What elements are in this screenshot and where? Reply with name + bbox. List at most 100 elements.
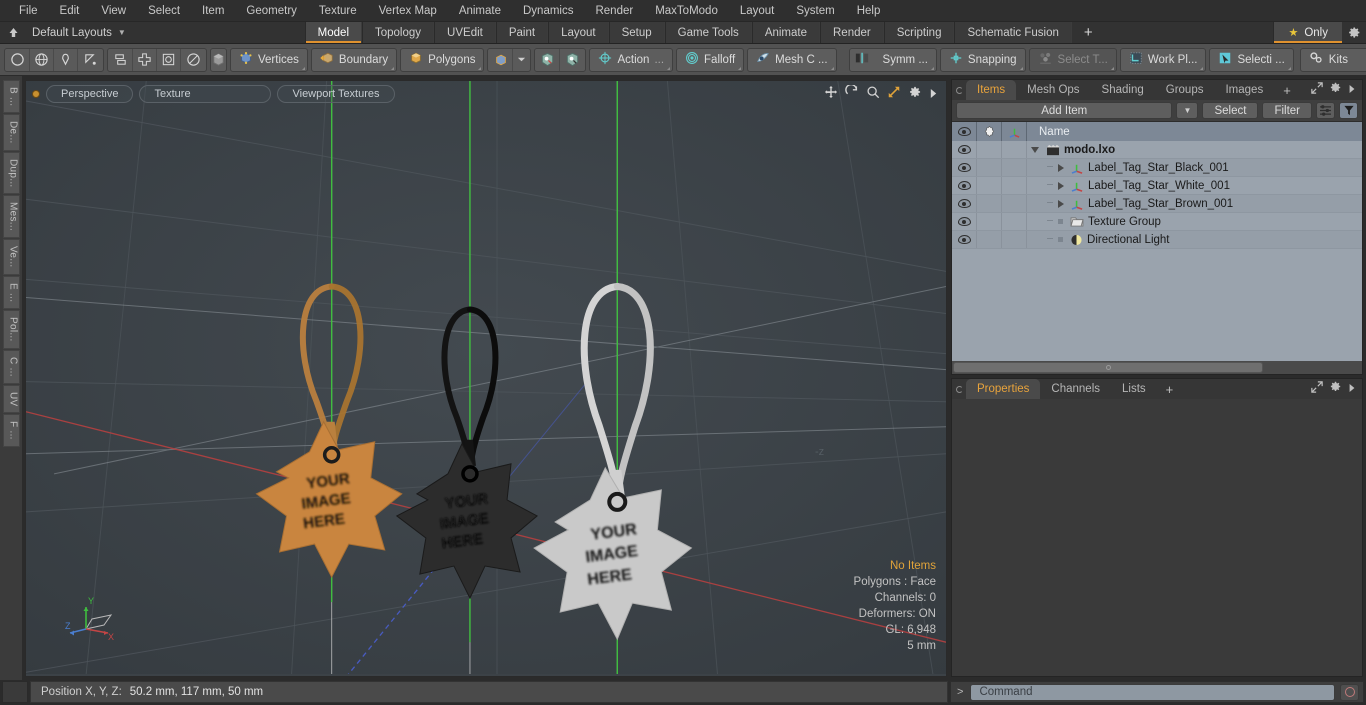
column-visibility-eye-icon[interactable] xyxy=(952,122,977,141)
menu-item-select[interactable]: Select xyxy=(137,0,191,22)
items-tab-shading[interactable]: Shading xyxy=(1091,80,1155,100)
frame-icon[interactable] xyxy=(157,48,181,71)
menu-item-file[interactable]: File xyxy=(8,0,49,22)
add-layout-tab-button[interactable]: + xyxy=(1071,22,1105,43)
column-axis-icon[interactable] xyxy=(1002,122,1027,141)
filter-button[interactable]: Filter xyxy=(1262,102,1312,119)
layout-tab-schematic-fusion[interactable]: Schematic Fusion xyxy=(954,22,1072,43)
items-add-tab-button[interactable]: + xyxy=(1274,80,1300,100)
row-visibility-eye-icon[interactable] xyxy=(952,213,977,230)
layout-tab-game-tools[interactable]: Game Tools xyxy=(664,22,752,43)
items-list-row[interactable]: ┄ Directional Light xyxy=(952,231,1362,249)
tree-expand-triangle-icon[interactable] xyxy=(1058,199,1065,208)
left-tool-tab-1[interactable]: De... xyxy=(2,114,20,151)
kits-button[interactable]: Kits xyxy=(1299,47,1366,72)
curve-icon[interactable] xyxy=(78,49,102,71)
row-lock-cell[interactable] xyxy=(977,177,1002,194)
select-through-button[interactable]: Select T... xyxy=(1028,47,1117,72)
viewport-options-dot[interactable] xyxy=(32,90,40,98)
items-list-body[interactable]: modo.lxo ┄ Label_Tag_Star_Black_001 ┄ Label_… xyxy=(952,141,1362,361)
layout-tab-uvedit[interactable]: UVEdit xyxy=(434,22,496,43)
filter-funnel-icon[interactable] xyxy=(1339,102,1358,119)
perspective-viewport[interactable]: YOUR IMAGE HERE YOUR IMAGE HERE YOUR IMA… xyxy=(25,80,947,677)
properties-tab-properties[interactable]: Properties xyxy=(966,379,1041,399)
add-item-dropdown-icon[interactable]: ▼ xyxy=(1176,102,1199,119)
menu-item-vertex-map[interactable]: Vertex Map xyxy=(368,0,448,22)
viewport-gear-icon[interactable] xyxy=(908,85,922,104)
layout-tab-render[interactable]: Render xyxy=(820,22,884,43)
left-tool-tab-4[interactable]: Ve... xyxy=(2,239,20,275)
mode-chevron-down-icon[interactable] xyxy=(513,49,529,71)
items-tab-mesh-ops[interactable]: Mesh Ops xyxy=(1016,80,1090,100)
left-tool-tab-0[interactable]: B ... xyxy=(2,80,20,114)
items-panel-menu-dot[interactable] xyxy=(952,80,966,100)
items-maximize-icon[interactable] xyxy=(1311,81,1323,99)
items-list-horizontal-scrollbar[interactable] xyxy=(952,361,1362,374)
left-tool-tab-7[interactable]: C ... xyxy=(2,349,20,384)
circle-icon[interactable] xyxy=(6,48,30,71)
layout-tab-animate[interactable]: Animate xyxy=(751,22,820,43)
items-list-row[interactable]: ┄ Label_Tag_Star_White_001 xyxy=(952,177,1362,195)
pen-icon[interactable] xyxy=(54,48,78,71)
layout-tab-topology[interactable]: Topology xyxy=(362,22,435,43)
menu-item-item[interactable]: Item xyxy=(191,0,235,22)
align-icon[interactable] xyxy=(109,48,133,71)
items-list-row-name-cell[interactable]: modo.lxo xyxy=(1027,141,1362,158)
items-list-row[interactable]: ┄ Label_Tag_Star_Black_001 xyxy=(952,159,1362,177)
items-tab-items[interactable]: Items xyxy=(966,80,1017,100)
items-list-row-name-cell[interactable]: ┄ Label_Tag_Star_Black_001 xyxy=(1027,159,1362,176)
default-layouts-dropdown[interactable]: Default Layouts ▼ xyxy=(26,22,136,43)
menu-item-render[interactable]: Render xyxy=(584,0,644,22)
properties-panel-menu-dot[interactable] xyxy=(952,379,966,399)
list-options-icon[interactable] xyxy=(1316,102,1335,119)
column-lock-cross-icon[interactable] xyxy=(977,122,1002,141)
items-tab-images[interactable]: Images xyxy=(1214,80,1274,100)
item-mode-button[interactable] xyxy=(210,47,227,72)
command-input[interactable]: Command xyxy=(970,683,1335,701)
items-gear-icon[interactable] xyxy=(1329,81,1342,99)
items-expand-arrow-icon[interactable] xyxy=(1348,81,1356,99)
row-visibility-eye-icon[interactable] xyxy=(952,177,977,194)
row-axis-cell[interactable] xyxy=(1002,231,1027,248)
layout-tab-model[interactable]: Model xyxy=(304,22,362,43)
items-list-row-name-cell[interactable]: ┄ Texture Group xyxy=(1027,213,1362,230)
rotate-icon[interactable] xyxy=(845,83,859,104)
mesh-constraint-button[interactable]: Mesh C ... xyxy=(747,47,837,72)
snapping-button[interactable]: Snapping xyxy=(939,47,1026,72)
boundary-button[interactable]: Boundary xyxy=(310,47,398,72)
row-visibility-eye-icon[interactable] xyxy=(952,159,977,176)
properties-tab-channels[interactable]: Channels xyxy=(1040,379,1111,399)
row-axis-cell[interactable] xyxy=(1002,213,1027,230)
row-lock-cell[interactable] xyxy=(977,159,1002,176)
left-tool-tab-3[interactable]: Mes... xyxy=(2,195,20,239)
center-icon[interactable] xyxy=(133,48,157,71)
menu-item-edit[interactable]: Edit xyxy=(49,0,91,22)
layout-tab-layout[interactable]: Layout xyxy=(548,22,609,43)
row-axis-cell[interactable] xyxy=(1002,177,1027,194)
viewport-shading-selector[interactable]: Texture xyxy=(139,85,272,103)
items-list-row-name-cell[interactable]: ┄ Label_Tag_Star_Brown_001 xyxy=(1027,195,1362,212)
items-list-row[interactable]: modo.lxo xyxy=(952,141,1362,159)
tree-collapse-triangle-icon[interactable] xyxy=(1031,146,1039,153)
symmetry-button[interactable]: Symm ... xyxy=(848,47,937,72)
tree-expand-triangle-icon[interactable] xyxy=(1058,181,1065,190)
left-tool-tab-6[interactable]: Pol... xyxy=(2,310,20,349)
sphere-icon[interactable] xyxy=(181,49,205,71)
menu-item-layout[interactable]: Layout xyxy=(729,0,786,22)
properties-gear-icon[interactable] xyxy=(1329,380,1342,398)
home-button[interactable] xyxy=(0,22,26,43)
items-list-row[interactable]: ┄ Texture Group xyxy=(952,213,1362,231)
layout-tab-scripting[interactable]: Scripting xyxy=(883,22,955,43)
viewport-projection-selector[interactable]: Perspective xyxy=(46,85,134,103)
globe-icon[interactable] xyxy=(30,48,54,71)
row-axis-cell[interactable] xyxy=(1002,159,1027,176)
items-tab-groups[interactable]: Groups xyxy=(1155,80,1215,100)
falloff-button[interactable]: Falloff xyxy=(676,47,745,72)
vertices-button[interactable]: Vertices xyxy=(230,47,308,72)
workplane-b-icon[interactable] xyxy=(560,49,584,71)
items-list-row-name-cell[interactable]: ┄ Directional Light xyxy=(1027,231,1362,248)
properties-tab-lists[interactable]: Lists xyxy=(1111,379,1157,399)
menu-item-texture[interactable]: Texture xyxy=(308,0,368,22)
menu-item-geometry[interactable]: Geometry xyxy=(235,0,308,22)
left-tool-tab-5[interactable]: E ... xyxy=(2,275,20,310)
